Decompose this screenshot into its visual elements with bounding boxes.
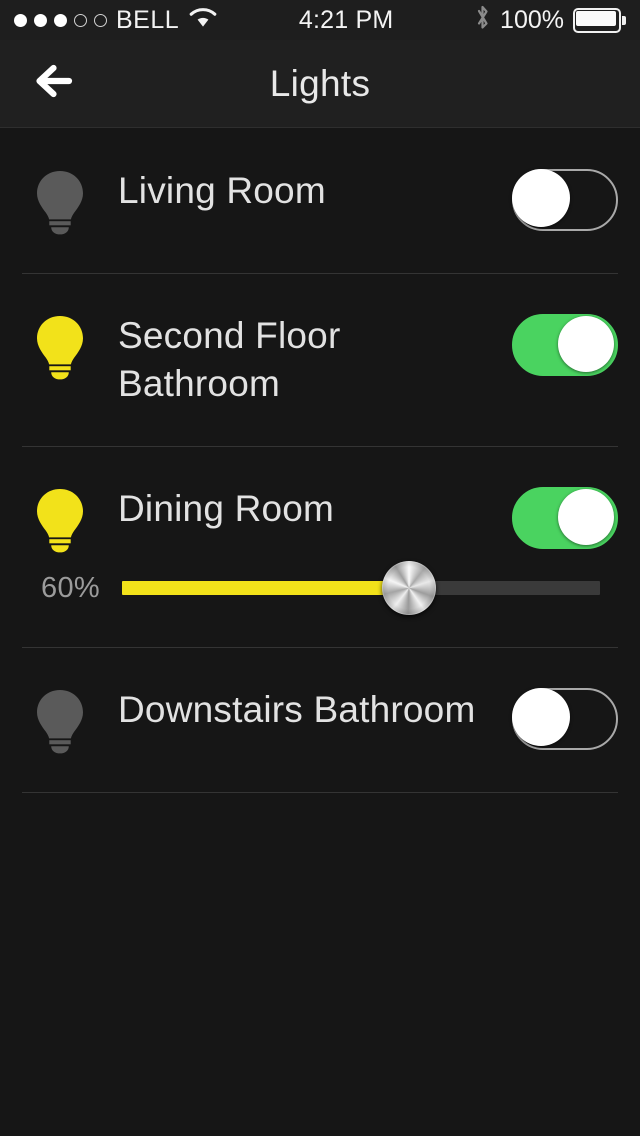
light-row: Downstairs Bathroom [0,648,640,794]
battery-percent-label: 100% [500,5,564,34]
status-bar-clock: 4:21 PM [298,5,394,34]
light-name-label: Living Room [118,170,326,211]
lightbulb-icon [22,167,98,235]
signal-dot [34,13,47,27]
light-row: Dining Room 60% [0,447,640,649]
slider-track-fill [122,581,409,596]
wifi-icon [188,7,218,34]
toggle-knob [558,489,614,546]
slider-knob[interactable] [381,561,436,616]
row-spacer [0,235,640,273]
light-toggle-cell [508,312,618,376]
light-power-toggle[interactable] [512,169,618,231]
light-power-toggle[interactable] [512,688,618,751]
light-power-toggle[interactable] [512,314,618,376]
light-name-label: Second Floor Bathroom [118,315,341,405]
brightness-slider[interactable] [122,561,600,616]
light-toggle-cell [508,686,618,751]
status-bar-left: BELL [14,7,218,34]
light-row-main: Second Floor Bathroom [0,274,640,408]
back-arrow-icon [35,64,89,103]
light-toggle-cell [508,167,618,231]
light-row-main: Living Room [0,129,640,235]
carrier-label: BELL [116,5,180,34]
light-name-label: Dining Room [118,488,335,530]
status-bar-center: 4:21 PM [218,6,474,35]
signal-dot [94,13,107,27]
lightbulb-icon [22,485,98,553]
back-button[interactable] [30,57,94,111]
light-toggle-cell [508,485,618,550]
light-row: Living Room [0,129,640,274]
brightness-percent-label: 60% [41,571,100,604]
signal-dot [74,13,87,27]
toggle-knob [512,688,570,747]
light-power-toggle[interactable] [512,487,618,550]
brightness-slider-row: 60% [0,553,640,647]
app-screen: BELL 4:21 PM 100% Lights Living Room Sec… [0,0,640,1136]
row-divider [22,792,618,794]
navigation-bar: Lights [0,40,640,128]
toggle-knob [558,316,614,372]
page-title: Lights [269,62,371,104]
battery-icon [573,7,626,33]
status-bar-right: 100% [474,4,626,36]
toggle-knob [512,169,570,227]
signal-dot [14,13,27,27]
light-name-label: Downstairs Bathroom [118,689,476,731]
lights-list: Living Room Second Floor Bathroom Dining R… [0,129,640,794]
bluetooth-icon [474,4,491,36]
light-row-main: Dining Room [0,447,640,553]
status-bar: BELL 4:21 PM 100% [0,0,640,40]
light-row-main: Downstairs Bathroom [0,648,640,754]
signal-dot [54,13,67,27]
row-spacer [0,754,640,792]
signal-strength-dots [14,13,107,27]
light-row: Second Floor Bathroom [0,274,640,448]
row-spacer [0,408,640,446]
lightbulb-icon [22,686,98,754]
lightbulb-icon [22,312,98,380]
